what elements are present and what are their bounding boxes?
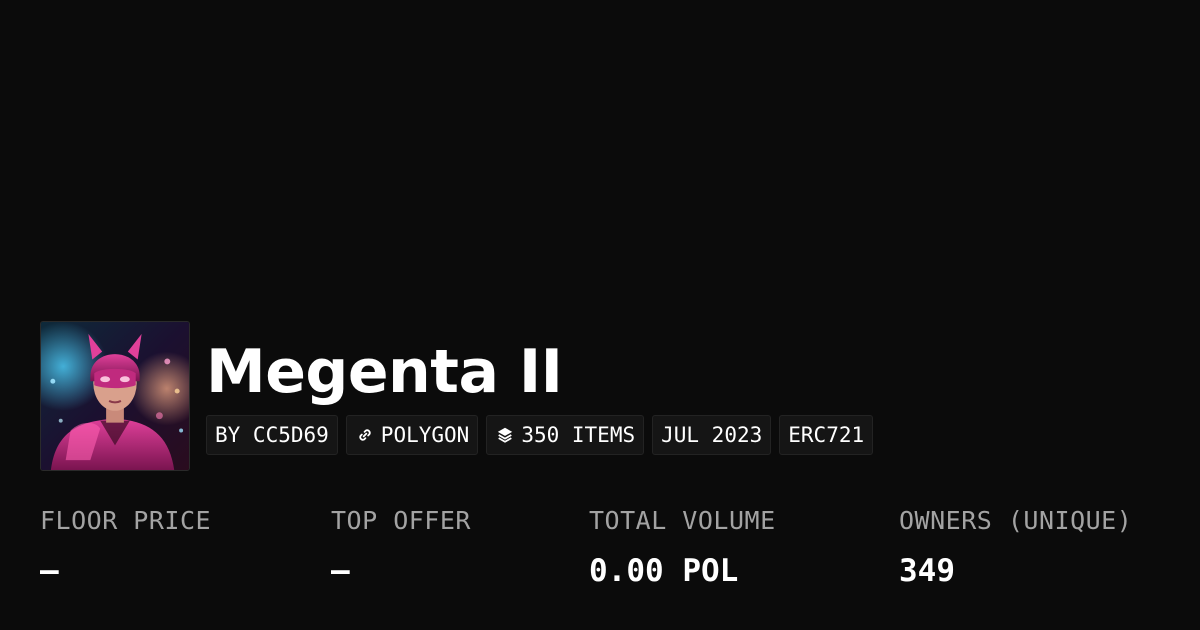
creator-chip[interactable]: BY CC5D69	[206, 415, 338, 455]
stat-label: FLOOR PRICE	[40, 506, 212, 535]
items-chip[interactable]: 350 ITEMS	[486, 415, 645, 455]
chain-link-icon	[355, 425, 375, 445]
stat-total-volume: TOTAL VOLUME 0.00 POL	[589, 503, 776, 593]
stat-label: TOTAL VOLUME	[589, 506, 776, 535]
collection-title: Megenta II	[206, 337, 563, 407]
stat-owners: OWNERS (UNIQUE) 349	[899, 503, 1132, 593]
collection-avatar	[40, 321, 190, 471]
stat-value: –	[331, 553, 350, 589]
date-chip: JUL 2023	[652, 415, 772, 455]
chain-chip[interactable]: POLYGON	[345, 415, 479, 455]
created-date-label: JUL 2023	[661, 423, 763, 447]
creator-label: BY CC5D69	[215, 423, 329, 447]
token-standard-label: ERC721	[788, 423, 865, 447]
stat-value: 349	[899, 553, 955, 589]
stat-value: 0.00 POL	[589, 553, 739, 589]
collection-stats: FLOOR PRICE – TOP OFFER – TOTAL VOLUME 0…	[0, 503, 1200, 603]
collection-card: Megenta II BY CC5D69 POLYGON 350 ITEMS J…	[0, 0, 1200, 630]
stat-label: OWNERS (UNIQUE)	[899, 506, 1133, 535]
standard-chip: ERC721	[779, 415, 874, 455]
items-count-label: 350 ITEMS	[521, 423, 636, 447]
collection-avatar-image	[41, 322, 189, 470]
stat-label: TOP OFFER	[331, 506, 471, 535]
layers-icon	[495, 425, 515, 445]
stat-value: –	[40, 553, 59, 589]
collection-meta-chips: BY CC5D69 POLYGON 350 ITEMS JUL 2023 ERC…	[206, 415, 874, 455]
stat-top-offer: TOP OFFER –	[331, 503, 471, 593]
stat-floor-price: FLOOR PRICE –	[40, 503, 211, 593]
chain-label: POLYGON	[380, 423, 470, 447]
